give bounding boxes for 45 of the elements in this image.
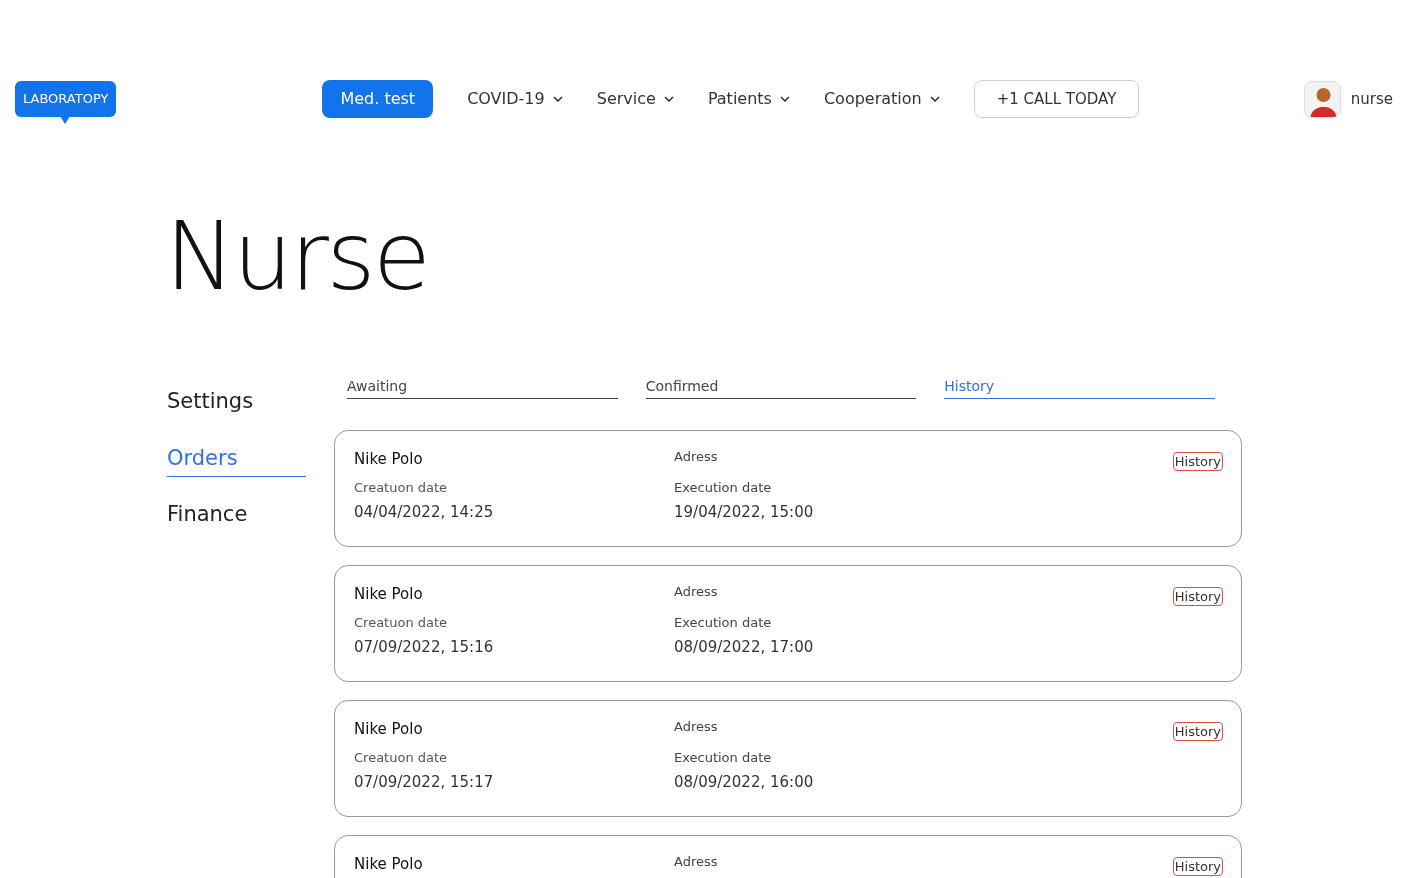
chevron-down-icon — [552, 96, 563, 102]
creation-date: 07/09/2022, 15:17 — [354, 771, 495, 793]
history-badge[interactable]: History — [1172, 452, 1223, 471]
creation-date: 04/04/2022, 14:25 — [354, 501, 495, 523]
patient-name: Nike Polo — [354, 719, 424, 739]
execution-date: 08/09/2022, 16:00 — [674, 771, 815, 793]
avatar[interactable] — [1303, 80, 1341, 118]
execution-date-label: Execution date — [674, 479, 773, 497]
history-badge[interactable]: History — [1172, 722, 1223, 741]
chevron-down-icon — [779, 96, 790, 102]
history-badge[interactable]: History — [1172, 587, 1223, 606]
execution-date-label: Execution date — [674, 749, 773, 767]
sidebar-item[interactable]: Orders — [167, 442, 306, 477]
page-title: Nurse — [165, 210, 430, 304]
nav-menu-item[interactable]: Patients — [707, 80, 790, 118]
creation-date: 07/09/2022, 15:16 — [354, 636, 495, 658]
nav-menu-item[interactable]: Service — [596, 80, 674, 118]
chevron-down-icon — [663, 96, 674, 102]
sidebar-item[interactable]: Finance — [167, 499, 306, 534]
address-label: Adress — [674, 583, 719, 601]
creation-date-label: Creatuon date — [354, 749, 449, 767]
execution-date: 19/04/2022, 15:00 — [674, 501, 815, 523]
call-today-button[interactable]: +1 CALL TODAY — [973, 80, 1140, 118]
tab[interactable]: Awaiting — [347, 376, 618, 399]
tab[interactable]: Confirmed — [645, 376, 917, 399]
med-test-button[interactable]: Med. test — [322, 80, 434, 118]
patient-name: Nike Polo — [354, 449, 424, 469]
sidebar-item[interactable]: Settings — [167, 386, 306, 421]
address-label: Adress — [674, 853, 719, 871]
nav-menu-item[interactable]: COVID-19 — [467, 80, 563, 118]
patient-name: Nike Polo — [354, 854, 424, 874]
user-name: nurse — [1350, 88, 1393, 110]
creation-date-label: Creatuon date — [354, 479, 449, 497]
tab[interactable]: History — [944, 376, 1215, 399]
address-label: Adress — [674, 718, 719, 736]
chevron-down-icon — [929, 96, 940, 102]
history-badge[interactable]: History — [1172, 857, 1223, 876]
address-label: Adress — [674, 448, 719, 466]
nav-menu-item[interactable]: Cooperation — [823, 80, 940, 118]
pointer-tail-icon — [60, 116, 70, 124]
execution-date: 08/09/2022, 17:00 — [674, 636, 815, 658]
logo[interactable]: LABORATOPY — [15, 81, 117, 117]
patient-name: Nike Polo — [354, 584, 424, 604]
creation-date-label: Creatuon date — [354, 614, 449, 632]
execution-date-label: Execution date — [674, 614, 773, 632]
